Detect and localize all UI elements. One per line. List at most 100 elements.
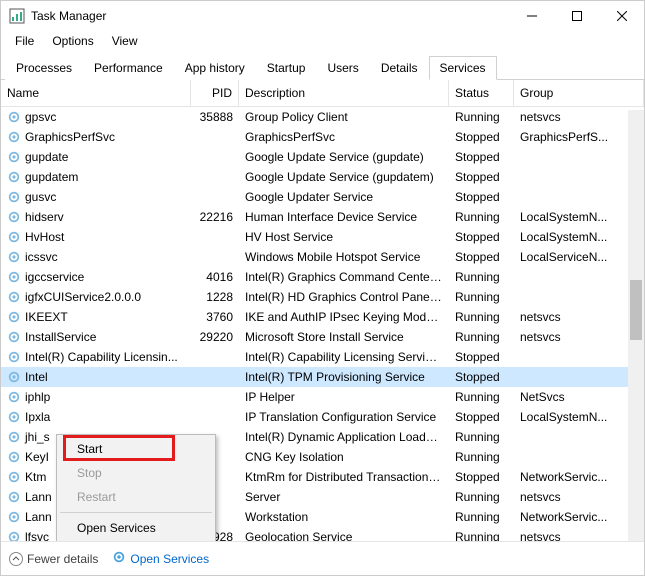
cell-description: Geolocation Service [239,530,449,541]
cell-status: Stopped [449,410,514,424]
cell-description: IKE and AuthIP IPsec Keying Modules [239,310,449,324]
header-pid[interactable]: PID [191,80,239,106]
menu-item-start[interactable]: Start [59,437,213,461]
cell-status: Running [449,390,514,404]
cell-group: LocalSystemN... [514,210,644,224]
cell-name: gupdate [1,150,191,164]
service-row[interactable]: gpsvc35888Group Policy ClientRunningnets… [1,107,644,127]
cell-name: InstallService [1,330,191,344]
cell-status: Stopped [449,130,514,144]
menu-view[interactable]: View [104,32,146,50]
service-row[interactable]: InstallService29220Microsoft Store Insta… [1,327,644,347]
tab-performance[interactable]: Performance [83,56,174,80]
service-row[interactable]: gupdateGoogle Update Service (gupdate)St… [1,147,644,167]
cell-group: NetworkServic... [514,470,644,484]
cell-status: Running [449,490,514,504]
cell-description: Intel(R) Capability Licensing Service ..… [239,350,449,364]
cell-status: Stopped [449,370,514,384]
cell-name: gpsvc [1,110,191,124]
header-name[interactable]: Name [1,80,191,106]
cell-group: netsvcs [514,530,644,541]
vertical-scrollbar[interactable] [628,110,644,541]
cell-name: gusvc [1,190,191,204]
cell-description: Google Update Service (gupdatem) [239,170,449,184]
service-icon [7,430,21,444]
cell-status: Running [449,110,514,124]
tab-services[interactable]: Services [429,56,497,80]
cell-group: netsvcs [514,310,644,324]
menu-item-open-services[interactable]: Open Services [59,516,213,540]
menu-separator [60,512,212,513]
cell-description: Workstation [239,510,449,524]
cell-status: Stopped [449,190,514,204]
cell-description: Intel(R) Graphics Command Center ... [239,270,449,284]
cell-status: Running [449,510,514,524]
cell-description: Group Policy Client [239,110,449,124]
cell-description: Human Interface Device Service [239,210,449,224]
service-icon [7,270,21,284]
cell-name: Ipxla [1,410,191,424]
cell-status: Stopped [449,230,514,244]
cell-name: GraphicsPerfSvc [1,130,191,144]
service-row[interactable]: HvHostHV Host ServiceStoppedLocalSystemN… [1,227,644,247]
cell-group: netsvcs [514,110,644,124]
cell-status: Running [449,530,514,541]
maximize-button[interactable] [554,1,599,31]
service-icon [7,290,21,304]
service-icon [7,250,21,264]
tab-users[interactable]: Users [316,56,369,80]
tab-startup[interactable]: Startup [256,56,317,80]
scrollbar-thumb[interactable] [630,280,642,340]
service-icon [7,170,21,184]
service-row[interactable]: gupdatemGoogle Update Service (gupdatem)… [1,167,644,187]
app-icon [9,8,25,24]
service-row[interactable]: hidserv22216Human Interface Device Servi… [1,207,644,227]
service-row[interactable]: IntelIntel(R) TPM Provisioning ServiceSt… [1,367,644,387]
fewer-details-button[interactable]: Fewer details [9,552,98,566]
service-row[interactable]: iphlpIP HelperRunningNetSvcs [1,387,644,407]
close-button[interactable] [599,1,644,31]
cell-status: Running [449,310,514,324]
cell-group: NetworkServic... [514,510,644,524]
service-row[interactable]: igfxCUIService2.0.0.01228Intel(R) HD Gra… [1,287,644,307]
header-group[interactable]: Group [514,80,644,106]
tab-details[interactable]: Details [370,56,429,80]
service-row[interactable]: igccservice4016Intel(R) Graphics Command… [1,267,644,287]
service-row[interactable]: Ipxla IP Translation Configuration Servic… [1,407,644,427]
cell-description: Microsoft Store Install Service [239,330,449,344]
cell-status: Running [449,430,514,444]
cell-group: netsvcs [514,330,644,344]
cell-status: Stopped [449,170,514,184]
service-icon [7,230,21,244]
cell-pid: 1228 [191,290,239,304]
tab-app-history[interactable]: App history [174,56,256,80]
cell-name: HvHost [1,230,191,244]
service-row[interactable]: IKEEXT3760IKE and AuthIP IPsec Keying Mo… [1,307,644,327]
cell-description: Google Update Service (gupdate) [239,150,449,164]
service-row[interactable]: GraphicsPerfSvcGraphicsPerfSvcStoppedGra… [1,127,644,147]
cell-description: CNG Key Isolation [239,450,449,464]
menu-options[interactable]: Options [44,32,101,50]
cell-group: LocalSystemN... [514,230,644,244]
tab-processes[interactable]: Processes [5,56,83,80]
menubar: File Options View [1,31,644,51]
cell-description: IP Translation Configuration Service [239,410,449,424]
service-icon [7,410,21,424]
header-status[interactable]: Status [449,80,514,106]
service-row[interactable]: gusvcGoogle Updater ServiceStopped [1,187,644,207]
cell-pid: 4016 [191,270,239,284]
minimize-button[interactable] [509,1,554,31]
cell-group: LocalSystemN... [514,410,644,424]
service-row[interactable]: icssvcWindows Mobile Hotspot ServiceStop… [1,247,644,267]
cell-name: iphlp [1,390,191,404]
cell-description: Intel(R) HD Graphics Control Panel S... [239,290,449,304]
chevron-up-icon [9,552,23,566]
menu-file[interactable]: File [7,32,42,50]
service-icon [7,450,21,464]
column-headers[interactable]: Name PID Description Status Group [1,80,644,107]
menu-item-search-online[interactable]: Search online [59,540,213,541]
service-row[interactable]: Intel(R) Capability Licensin...Intel(R) … [1,347,644,367]
task-manager-window: Task Manager File Options View Processes… [0,0,645,576]
open-services-link[interactable]: Open Services [112,550,209,567]
header-description[interactable]: Description [239,80,449,106]
